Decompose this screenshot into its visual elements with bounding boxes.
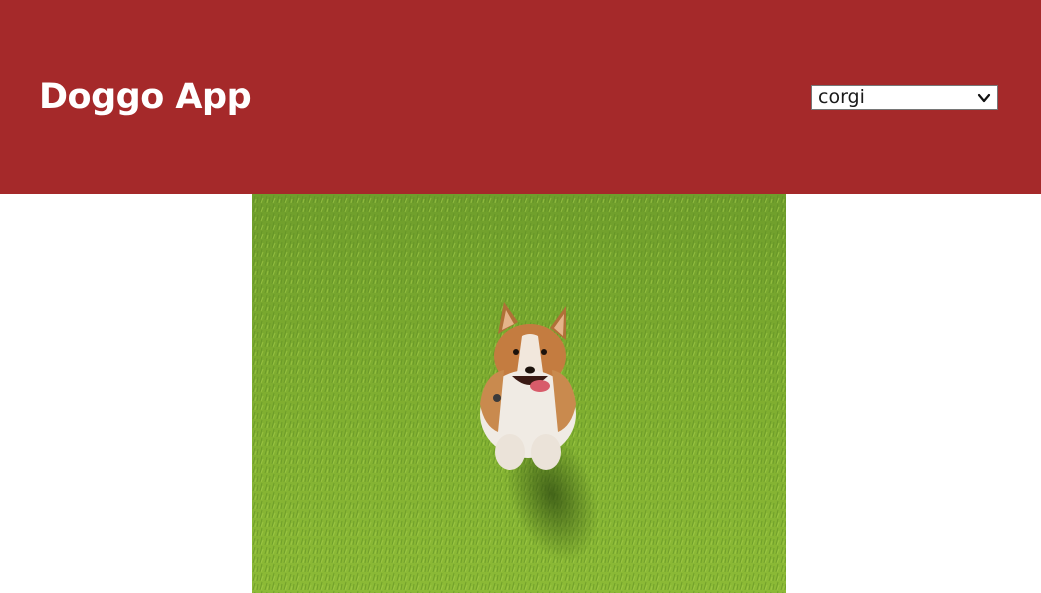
breed-select[interactable]: corgi <box>811 85 998 110</box>
app-title: Doggo App <box>39 77 252 117</box>
breed-select-value: corgi <box>818 86 865 108</box>
dog-photo <box>252 194 786 593</box>
app-header: Doggo App corgi <box>0 0 1041 194</box>
chevron-down-icon <box>977 91 991 105</box>
